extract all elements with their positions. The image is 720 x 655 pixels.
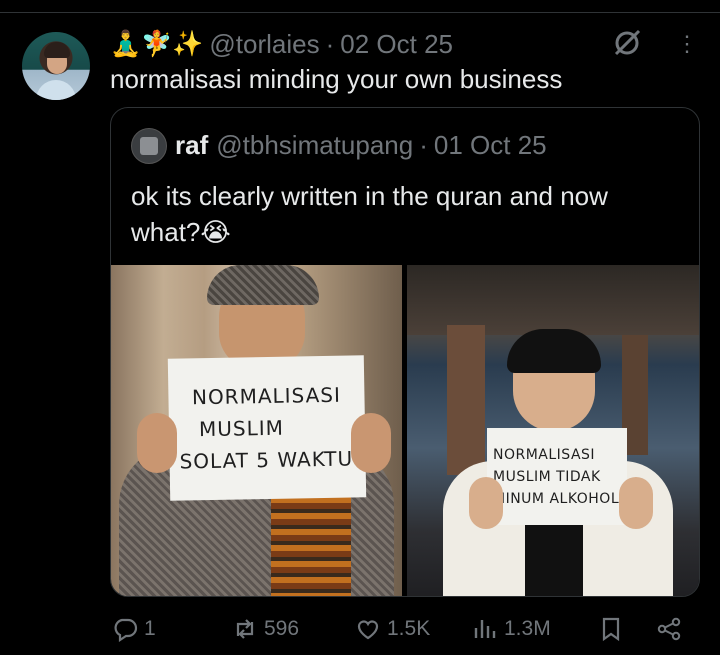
repost-count: 596 (264, 617, 300, 640)
separator: · (419, 130, 428, 160)
quoted-header: raf @tbhsimatupang · 01 Oct 25 (175, 130, 547, 161)
display-name-emojis[interactable]: 🧘‍♂️🧚✨ (110, 29, 203, 59)
quoted-display-name[interactable]: raf (175, 130, 208, 161)
sign-line: MUSLIM TIDAK (493, 468, 601, 485)
sign-line: NORMALISASI (191, 382, 342, 410)
tweet-date[interactable]: 02 Oct 25 (340, 29, 453, 60)
grok-icon[interactable] (612, 28, 642, 58)
repost-button[interactable]: 596 (232, 614, 299, 644)
like-count: 1.5K (387, 617, 431, 640)
user-handle[interactable]: @torlaies (209, 29, 319, 60)
tweet-header: 🧘‍♂️🧚✨ @torlaies · 02 Oct 25 (110, 28, 453, 60)
bookmark-button[interactable] (598, 614, 630, 644)
more-icon[interactable]: ⋮ (676, 32, 698, 56)
sign-line: MUSLIM (198, 415, 285, 442)
views-count: 1.3M (504, 617, 551, 640)
quoted-handle[interactable]: @tbhsimatupang (216, 130, 413, 161)
separator: · (325, 28, 335, 59)
quoted-date[interactable]: 01 Oct 25 (434, 130, 547, 161)
like-icon (357, 620, 379, 640)
sign-line: SOLAT 5 WAKTU (179, 446, 354, 474)
sign-left: NORMALISASI MUSLIM SOLAT 5 WAKTU (167, 355, 367, 501)
top-divider (0, 12, 720, 13)
avatar[interactable] (22, 32, 90, 100)
crying-emoji: 😭 (200, 218, 231, 248)
views-icon (474, 620, 496, 638)
reply-icon (114, 618, 138, 642)
share-button[interactable] (656, 614, 688, 644)
reply-count: 1 (144, 617, 156, 640)
quoted-tweet[interactable]: raf @tbhsimatupang · 01 Oct 25 ok its cl… (110, 107, 700, 597)
bookmark-icon (602, 617, 620, 642)
action-bar: 1 596 1.5K 1.3M (110, 614, 700, 644)
quoted-text: ok its clearly written in the quran and … (131, 181, 608, 248)
sign-line: NORMALISASI (493, 446, 596, 463)
repost-icon (236, 619, 254, 639)
quoted-avatar[interactable] (131, 128, 167, 164)
sign-right: NORMALISASI MUSLIM TIDAK MINUM ALKOHOL (487, 428, 627, 525)
share-icon (657, 617, 681, 641)
views-button[interactable]: 1.3M (472, 614, 551, 644)
photo-left[interactable]: NORMALISASI MUSLIM SOLAT 5 WAKTU (111, 265, 402, 596)
sign-line: MINUM ALKOHOL (493, 490, 620, 507)
like-button[interactable]: 1.5K (355, 614, 430, 644)
tweet-text: normalisasi minding your own business (110, 64, 563, 94)
photo-right[interactable]: NORMALISASI MUSLIM TIDAK MINUM ALKOHOL (407, 265, 699, 596)
reply-button[interactable]: 1 (112, 614, 156, 644)
